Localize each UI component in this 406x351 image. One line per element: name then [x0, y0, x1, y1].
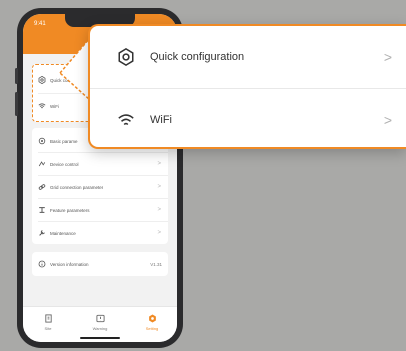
chevron-right-icon: > [383, 112, 392, 128]
zoom-item-label: WiFi [150, 114, 172, 126]
gear-icon [116, 47, 136, 67]
chevron-right-icon: > [383, 49, 392, 65]
zoom-item-label: Quick configuration [150, 51, 245, 63]
zoomed-menu-panel: Quick configuration > WiFi > [88, 24, 406, 149]
wifi-icon [116, 110, 136, 130]
zoom-item-wifi[interactable]: WiFi > [90, 89, 406, 147]
zoom-item-quick-configuration[interactable]: Quick configuration > [90, 26, 406, 88]
